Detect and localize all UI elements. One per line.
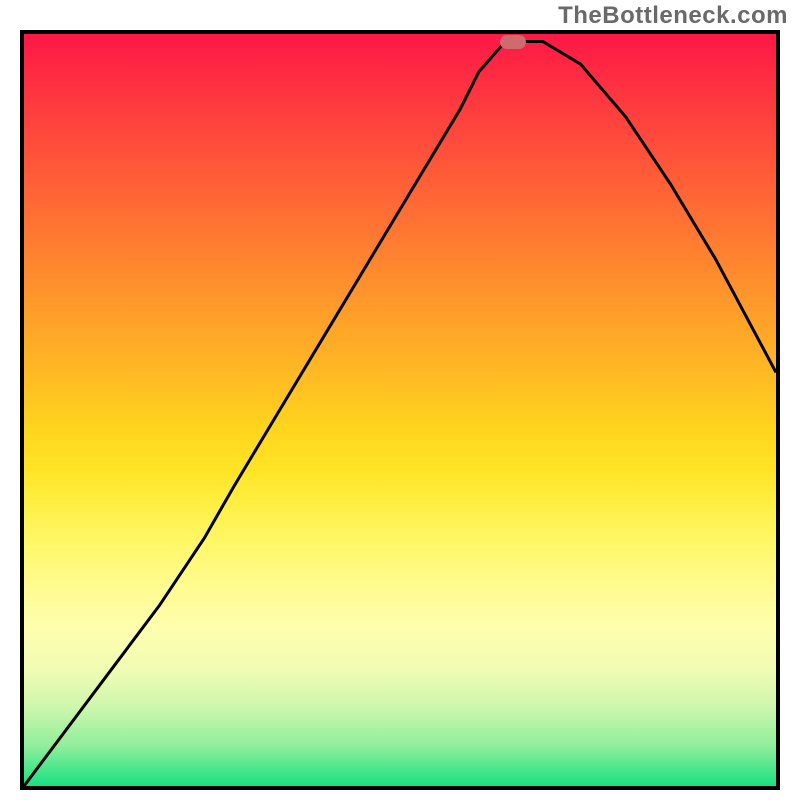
watermark-label: TheBottleneck.com bbox=[558, 2, 788, 30]
curve-svg bbox=[24, 34, 776, 786]
plot-area bbox=[20, 30, 780, 790]
highlight-marker bbox=[500, 35, 526, 49]
curve-path bbox=[24, 42, 776, 786]
chart-frame: TheBottleneck.com bbox=[0, 0, 800, 800]
